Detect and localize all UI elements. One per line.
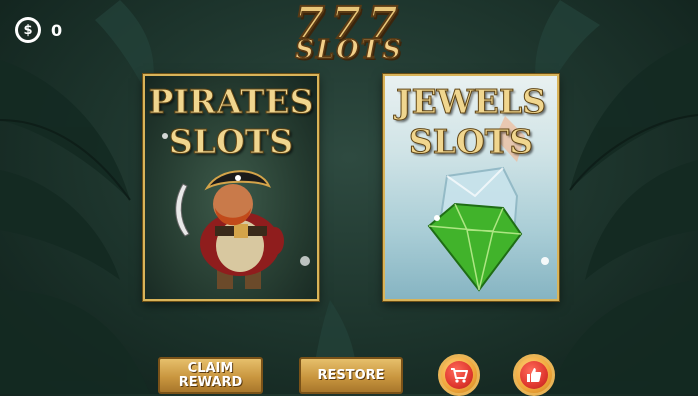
pirates-slots-card[interactable]: PIRATES SLOTS [143,74,319,301]
shop-button[interactable] [438,354,480,396]
thumbs-up-icon [527,368,542,382]
claim-reward-button[interactable]: CLAIM REWARD [158,357,263,394]
logo-slots: SLOTS [294,34,403,66]
game-logo: 777 SLOTS [0,0,698,66]
like-button[interactable] [513,354,555,396]
shopping-cart-icon [451,368,468,383]
pirates-slots-title: PIRATES SLOTS [148,82,314,162]
restore-button[interactable]: RESTORE [299,357,403,394]
jewels-slots-card[interactable]: JEWELS SLOTS [383,74,559,301]
jewels-slots-title: JEWELS SLOTS [395,82,546,162]
